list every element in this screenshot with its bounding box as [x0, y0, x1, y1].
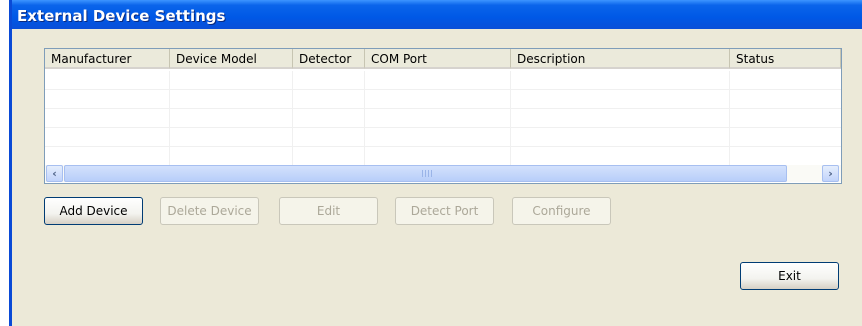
window-title: External Device Settings: [17, 7, 226, 25]
scrollbar-thumb[interactable]: [64, 165, 787, 182]
grip-icon: [422, 170, 432, 177]
grid-line: [169, 71, 170, 165]
column-header-com-port[interactable]: COM Port: [365, 49, 511, 69]
grid-line: [45, 108, 841, 109]
device-list-body: [45, 71, 841, 165]
configure-button[interactable]: Configure: [512, 197, 611, 225]
delete-device-button[interactable]: Delete Device: [160, 197, 259, 225]
grid-line: [292, 71, 293, 165]
device-list[interactable]: Manufacturer Device Model Detector COM P…: [44, 48, 842, 184]
grid-line: [45, 89, 841, 90]
grid-line: [729, 71, 730, 165]
edit-button[interactable]: Edit: [279, 197, 378, 225]
column-header-detector[interactable]: Detector: [293, 49, 365, 69]
column-header-description[interactable]: Description: [511, 49, 730, 69]
device-list-header: Manufacturer Device Model Detector COM P…: [45, 49, 841, 71]
scroll-left-arrow-icon[interactable]: ‹: [46, 165, 63, 182]
external-device-settings-window: External Device Settings Manufacturer De…: [9, 0, 862, 326]
title-bar[interactable]: External Device Settings: [12, 0, 862, 29]
exit-button[interactable]: Exit: [740, 262, 839, 290]
scroll-right-arrow-icon[interactable]: ›: [822, 165, 839, 182]
detect-port-button[interactable]: Detect Port: [395, 197, 494, 225]
column-header-device-model[interactable]: Device Model: [170, 49, 293, 69]
horizontal-scrollbar[interactable]: ‹ ›: [45, 165, 841, 182]
grid-line: [364, 71, 365, 165]
grid-line: [45, 146, 841, 147]
grid-line: [510, 71, 511, 165]
column-header-manufacturer[interactable]: Manufacturer: [45, 49, 170, 69]
column-header-status[interactable]: Status: [730, 49, 841, 69]
grid-line: [45, 127, 841, 128]
add-device-button[interactable]: Add Device: [44, 197, 143, 225]
